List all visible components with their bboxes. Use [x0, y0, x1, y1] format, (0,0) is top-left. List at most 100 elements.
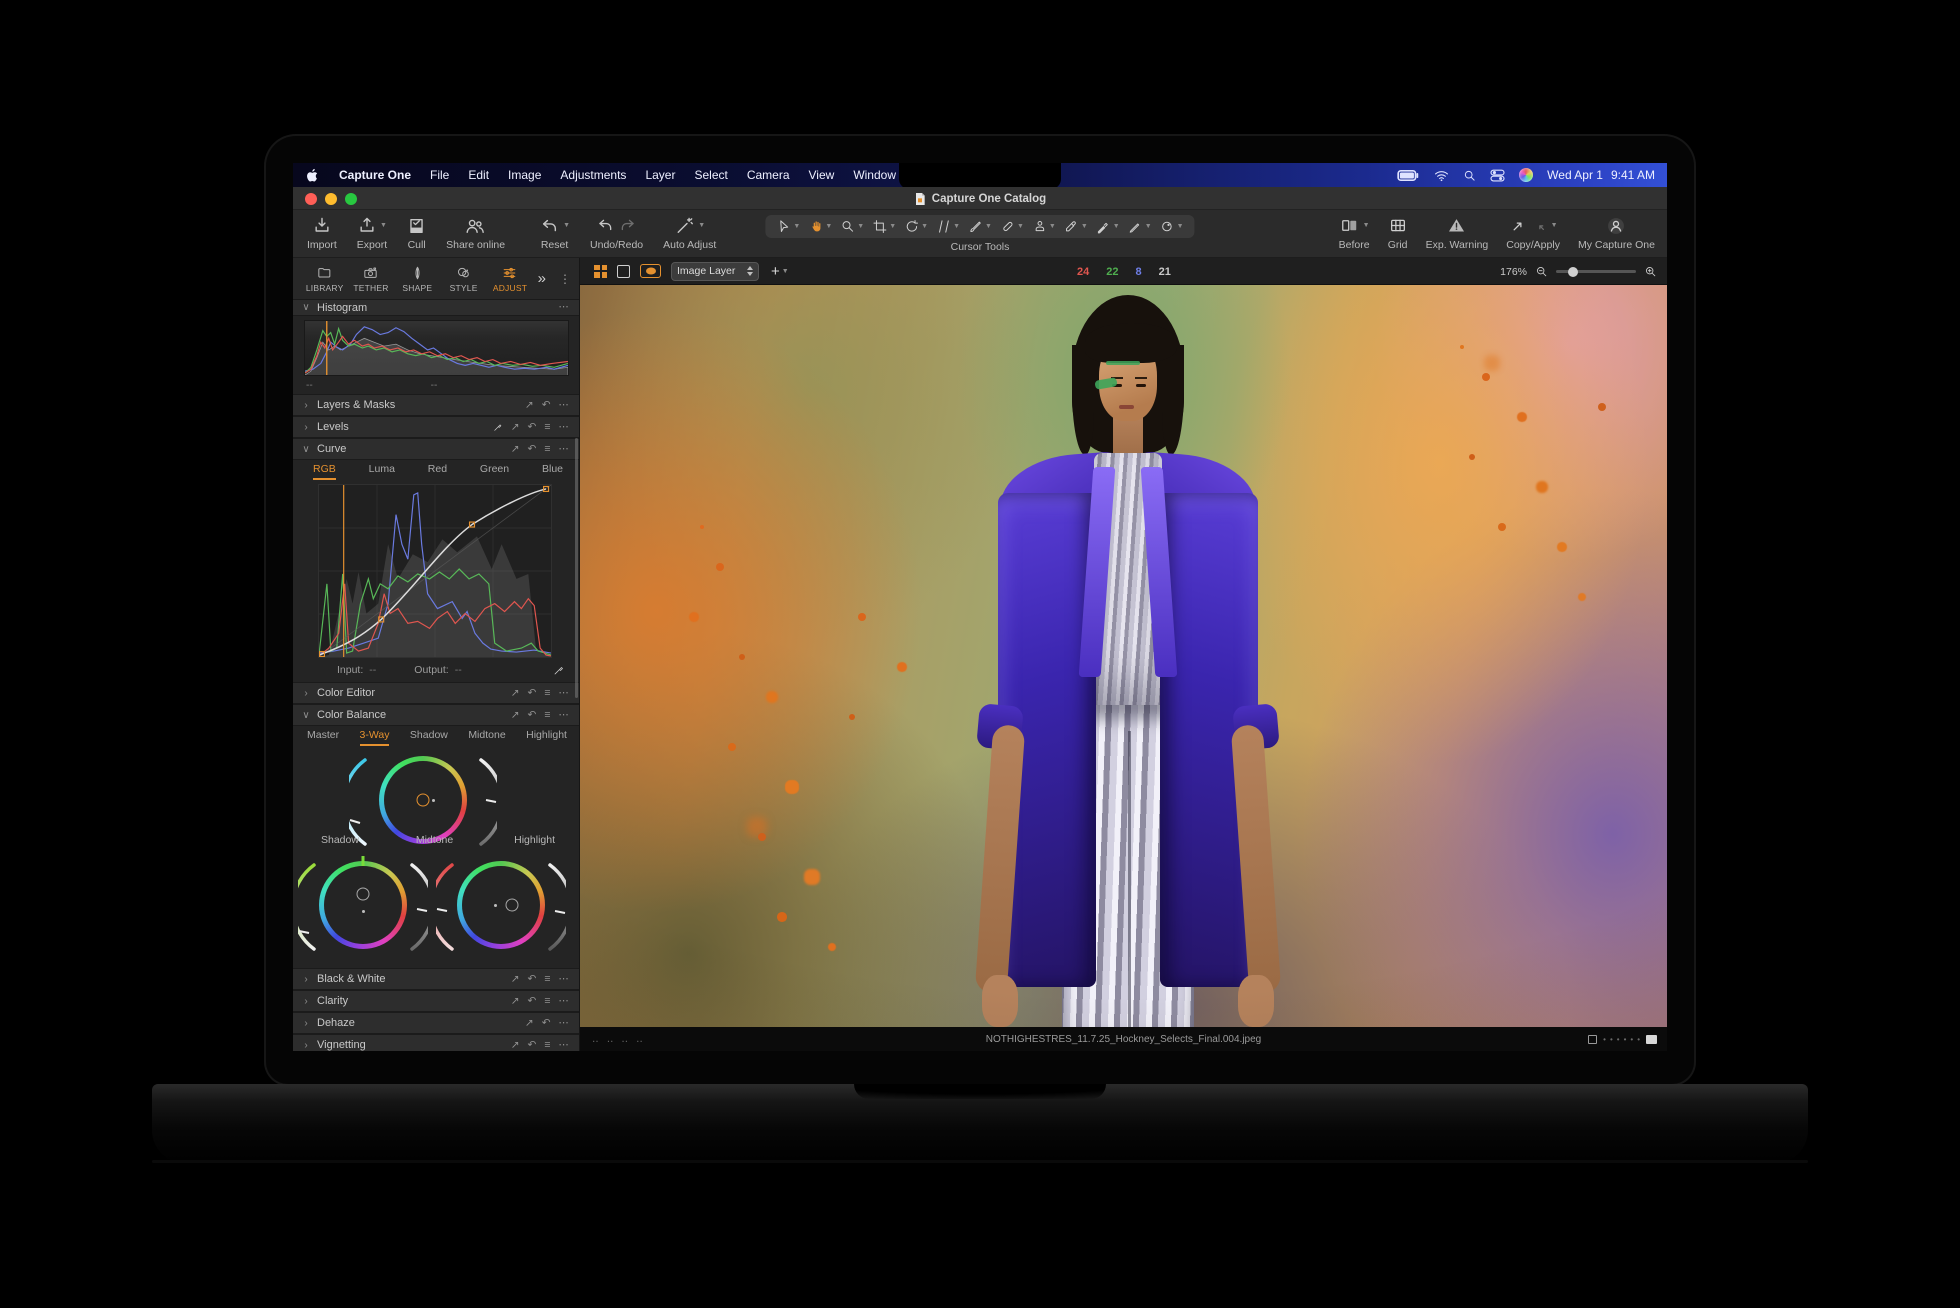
copy-apply-icon[interactable]: ↗ [525, 400, 534, 411]
curve-tab-blue[interactable]: Blue [542, 463, 563, 480]
cb-tab-master[interactable]: Master [307, 729, 339, 746]
highlight-saturation-slider[interactable] [436, 859, 456, 955]
more-icon[interactable]: ⋯ [559, 444, 570, 455]
reset-button[interactable]: ▼ Reset [539, 215, 570, 251]
expand-icon[interactable]: › [301, 996, 311, 1007]
panel-header-dehaze[interactable]: › Dehaze ↗ ↶ ⋯ [293, 1012, 579, 1034]
more-icon[interactable]: ⋯ [559, 400, 570, 411]
apple-menu-icon[interactable] [307, 168, 320, 183]
zoom-level[interactable]: 176% [1500, 266, 1527, 278]
histogram-graph[interactable] [304, 320, 569, 376]
tab-shape[interactable]: SHAPE [396, 265, 439, 293]
more-icon[interactable]: ⋯ [559, 974, 570, 985]
white-balance-tool[interactable]: ▼ [1157, 219, 1187, 234]
menu-file[interactable]: File [430, 168, 449, 182]
battery-icon[interactable] [1397, 168, 1420, 183]
tab-adjust[interactable]: ADJUST [488, 265, 531, 293]
more-icon[interactable]: ⋯ [559, 710, 570, 721]
menu-adjustments[interactable]: Adjustments [560, 168, 626, 182]
zoom-tool[interactable]: ▼ [837, 219, 867, 234]
more-icon[interactable]: ⋯ [559, 1040, 570, 1051]
zoom-slider[interactable] [1556, 270, 1636, 273]
frame-toggle-icon[interactable] [1588, 1035, 1597, 1044]
shadow-wheel-marker[interactable] [357, 888, 370, 901]
copy-apply-icon[interactable]: ↗ [511, 710, 520, 721]
collapse-icon[interactable]: ∨ [301, 444, 311, 455]
app-status-icon[interactable] [1519, 168, 1533, 182]
rotate-tool[interactable]: ▼ [901, 219, 931, 234]
copy-apply-icon[interactable]: ↗ [511, 996, 520, 1007]
presets-icon[interactable]: ≡ [544, 1040, 550, 1051]
add-layer-button[interactable]: + ▼ [771, 263, 789, 280]
panel-header-vignetting[interactable]: › Vignetting ↗ ↶ ≡ ⋯ [293, 1034, 579, 1051]
copy-apply-icon[interactable]: ↗ [511, 688, 520, 699]
highlight-lightness-slider[interactable] [546, 859, 566, 955]
presets-icon[interactable]: ≡ [544, 974, 550, 985]
expand-icon[interactable]: › [301, 974, 311, 985]
presets-icon[interactable]: ≡ [544, 688, 550, 699]
reset-icon[interactable]: ↶ [528, 1040, 537, 1051]
presets-icon[interactable]: ≡ [544, 710, 550, 721]
grid-button[interactable]: Grid [1388, 215, 1408, 251]
tab-style[interactable]: STYLE [442, 265, 485, 293]
curve-graph[interactable] [318, 484, 552, 658]
expand-icon[interactable]: › [301, 422, 311, 433]
menu-view[interactable]: View [809, 168, 835, 182]
curve-tab-luma[interactable]: Luma [369, 463, 395, 480]
cb-tab-3way[interactable]: 3-Way [360, 729, 390, 746]
shadow-lightness-slider[interactable] [408, 859, 428, 955]
pan-tool[interactable]: ▼ [805, 219, 835, 234]
more-icon[interactable]: ⋯ [559, 996, 570, 1007]
panel-header-color-balance[interactable]: ∨ Color Balance ↗ ↶ ≡ ⋯ [293, 704, 579, 726]
panel-header-clarity[interactable]: › Clarity ↗ ↶ ≡ ⋯ [293, 990, 579, 1012]
exposure-warning-button[interactable]: Exp. Warning [1426, 215, 1489, 251]
expand-tabs-icon[interactable]: » [538, 270, 546, 287]
panel-header-histogram[interactable]: ∨ Histogram ⋯ [293, 300, 579, 316]
brush-tool[interactable]: ▼ [965, 219, 995, 234]
panel-header-color-editor[interactable]: › Color Editor ↗ ↶ ≡ ⋯ [293, 682, 579, 704]
crop-tool[interactable]: ▼ [869, 219, 899, 234]
sidebar-scrollbar[interactable] [575, 438, 578, 698]
cb-tab-highlight[interactable]: Highlight [526, 729, 567, 746]
proof-view-icon[interactable] [640, 264, 661, 278]
presets-icon[interactable]: ≡ [544, 996, 550, 1007]
collapse-icon[interactable]: ∨ [301, 710, 311, 721]
select-tool[interactable]: ▼ [773, 219, 803, 234]
reset-icon[interactable]: ↶ [528, 996, 537, 1007]
presets-icon[interactable]: ≡ [544, 422, 550, 433]
page-dots[interactable]: • • • • • • [1603, 1035, 1640, 1044]
single-view-icon[interactable] [617, 265, 630, 278]
multi-view-icon[interactable] [594, 265, 607, 278]
picker-pen-icon[interactable] [493, 422, 503, 432]
share-online-button[interactable]: Share online [446, 215, 505, 251]
shadow-saturation-slider[interactable] [298, 859, 318, 955]
panel-header-layers-masks[interactable]: › Layers & Masks ↗ ↶ ⋯ [293, 394, 579, 416]
shadow-color-wheel[interactable] [319, 861, 407, 949]
copy-apply-icon[interactable]: ↗ [511, 974, 520, 985]
menu-select[interactable]: Select [694, 168, 727, 182]
menu-window[interactable]: Window [853, 168, 896, 182]
control-center-icon[interactable] [1490, 169, 1505, 182]
zoom-slider-thumb[interactable] [1568, 267, 1578, 277]
reset-icon[interactable]: ↶ [528, 422, 537, 433]
heal-tool[interactable]: ▼ [997, 219, 1027, 234]
menubar-clock[interactable]: Wed Apr 1 9:41 AM [1547, 168, 1655, 182]
panel-header-levels[interactable]: › Levels ↗ ↶ ≡ ⋯ [293, 416, 579, 438]
mask-tool[interactable]: ▼ [1093, 219, 1123, 234]
more-icon[interactable]: ⋯ [559, 1018, 570, 1029]
zoom-out-icon[interactable] [1535, 265, 1548, 278]
tab-tether[interactable]: TETHER [349, 265, 392, 293]
copy-apply-icon[interactable]: ↗ [511, 1040, 520, 1051]
reset-icon[interactable]: ↶ [542, 400, 551, 411]
annotation-tool[interactable]: ▼ [1125, 219, 1155, 234]
search-icon[interactable] [1463, 169, 1476, 182]
cb-tab-shadow[interactable]: Shadow [410, 729, 448, 746]
menu-edit[interactable]: Edit [468, 168, 489, 182]
layer-dropdown[interactable]: Image Layer [671, 262, 759, 281]
expand-icon[interactable]: › [301, 400, 311, 411]
straighten-tool[interactable]: ▼ [933, 219, 963, 234]
expand-icon[interactable]: › [301, 1040, 311, 1051]
more-icon[interactable]: ⋯ [559, 688, 570, 699]
export-button[interactable]: ▼ Export [357, 215, 387, 251]
highlight-color-wheel[interactable] [457, 861, 545, 949]
